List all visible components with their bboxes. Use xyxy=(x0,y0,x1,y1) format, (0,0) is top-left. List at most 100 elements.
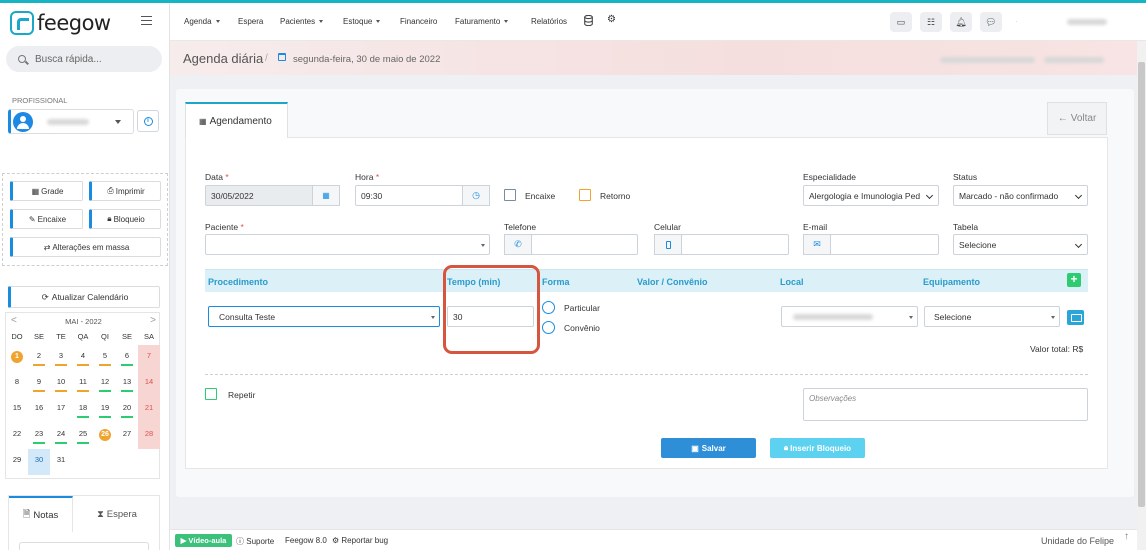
calendar-day[interactable]: 30 xyxy=(28,449,50,475)
quick-search[interactable]: Busca rápida... xyxy=(6,46,162,72)
specialty-select[interactable]: Alergologia e Imunologia Ped xyxy=(803,185,939,206)
procedure-select[interactable]: Consulta Teste xyxy=(208,306,440,327)
calendar-day[interactable]: 24 xyxy=(50,423,72,449)
scroll-top-arrow-icon[interactable]: ↑ xyxy=(1124,531,1137,546)
calendar-day[interactable]: 12 xyxy=(94,371,116,397)
user-name-blurred[interactable] xyxy=(1067,19,1107,25)
retorno-checkbox[interactable] xyxy=(579,189,591,201)
brand-logo[interactable]: feegow xyxy=(10,11,111,35)
calendar-day[interactable]: 2 xyxy=(28,345,50,371)
calendar-day[interactable]: 28 xyxy=(138,423,160,449)
time-input[interactable]: 09:30 xyxy=(355,185,463,206)
settings-gear-icon[interactable]: ⚙ xyxy=(607,14,616,25)
encaixe-checkbox[interactable] xyxy=(504,189,516,201)
inbox-button[interactable]: ▭ xyxy=(890,12,912,32)
table-select[interactable]: Selecione xyxy=(953,234,1088,255)
back-button[interactable]: ← Voltar xyxy=(1047,102,1107,135)
calendar-day[interactable]: 22 xyxy=(6,423,28,449)
calendar-day[interactable]: 26 xyxy=(94,423,116,449)
time-picker-button[interactable]: ◷ xyxy=(462,185,490,206)
tab-waiting[interactable]: ⧗ Espera xyxy=(73,496,161,532)
calendar-day[interactable]: 4 xyxy=(72,345,94,371)
block-button[interactable]: 🔒︎ Bloqueio xyxy=(89,209,161,229)
calendar-day[interactable]: 8 xyxy=(6,371,28,397)
refresh-calendar-button[interactable]: ⟳ Atualizar Calendário xyxy=(8,286,160,308)
tab-notes[interactable]: 🗎 Notas xyxy=(9,496,73,532)
calendar-day[interactable]: 6 xyxy=(116,345,138,371)
calendar-day[interactable]: 17 xyxy=(50,397,72,423)
grade-button[interactable]: ▦ Grade xyxy=(10,181,83,201)
calendar-day[interactable]: 1 xyxy=(6,345,28,371)
professional-select[interactable] xyxy=(8,109,134,134)
calendar-icon: ▦ xyxy=(322,191,330,200)
notes-input[interactable] xyxy=(19,542,149,550)
professional-info-button[interactable]: i xyxy=(137,110,159,132)
calendar-day[interactable]: 13 xyxy=(116,371,138,397)
tasks-button[interactable]: ☷ xyxy=(920,12,942,32)
nav-relatorios[interactable]: Relatórios xyxy=(531,17,567,26)
nav-espera[interactable]: Espera xyxy=(238,17,263,26)
calendar-day[interactable]: 27 xyxy=(116,423,138,449)
payment-particular-radio[interactable] xyxy=(542,301,555,314)
calendar-day[interactable]: 19 xyxy=(94,397,116,423)
insert-block-button[interactable]: 🔒︎ Inserir Bloqueio xyxy=(770,438,865,458)
nav-pacientes[interactable]: Pacientes xyxy=(280,17,324,26)
chat-button[interactable]: 💬︎ xyxy=(980,12,1002,32)
repeat-checkbox[interactable] xyxy=(205,388,217,400)
encaixe-button[interactable]: ✎ Encaixe xyxy=(10,209,83,229)
status-select[interactable]: Marcado - não confirmado xyxy=(953,185,1088,206)
procedures-header: Procedimento Tempo (min) Forma Valor / C… xyxy=(205,269,1088,292)
notes-textarea[interactable]: Observações xyxy=(803,388,1088,421)
nav-financeiro[interactable]: Financeiro xyxy=(400,17,437,26)
calendar-day[interactable]: 5 xyxy=(94,345,116,371)
nav-agenda[interactable]: Agenda xyxy=(184,17,220,26)
bulk-changes-button[interactable]: ⇄ Alterações em massa xyxy=(10,237,161,257)
calendar-day[interactable]: 23 xyxy=(28,423,50,449)
equipment-select[interactable]: Selecione xyxy=(924,306,1060,327)
scrollbar-thumb[interactable] xyxy=(1138,62,1145,507)
calendar-day[interactable]: 11 xyxy=(72,371,94,397)
notifications-button[interactable]: 🔔︎ xyxy=(950,12,972,32)
calendar-day[interactable]: 20 xyxy=(116,397,138,423)
print-button[interactable]: ⎙ Imprimir xyxy=(89,181,161,201)
cellphone-input[interactable] xyxy=(681,234,789,255)
calendar-day[interactable]: 16 xyxy=(28,397,50,423)
location-select[interactable] xyxy=(781,306,918,327)
support-link[interactable]: ⓘ Suporte xyxy=(236,536,274,547)
calendar-day[interactable]: 3 xyxy=(50,345,72,371)
calendar-weekday: DO xyxy=(11,332,23,341)
calendar-day[interactable]: 9 xyxy=(28,371,50,397)
date-picker-button[interactable]: ▦ xyxy=(312,185,340,206)
menu-toggle-icon[interactable] xyxy=(141,16,152,25)
calendar-day[interactable]: 29 xyxy=(6,449,28,475)
report-bug-link[interactable]: ⚙ Reportar bug xyxy=(332,536,388,545)
payment-convenio-radio[interactable] xyxy=(542,321,555,334)
patient-select[interactable] xyxy=(205,234,490,255)
save-button[interactable]: ▣ Salvar xyxy=(661,438,756,458)
print-procedure-button[interactable] xyxy=(1067,310,1084,325)
calendar-day[interactable]: 25 xyxy=(72,423,94,449)
add-procedure-button[interactable]: + xyxy=(1067,273,1081,287)
phone-input[interactable] xyxy=(531,234,638,255)
calendar-day[interactable]: 31 xyxy=(50,449,72,475)
patient-label: Paciente * xyxy=(205,222,244,232)
email-input[interactable] xyxy=(830,234,939,255)
version-label: Feegow 8.0 xyxy=(285,536,327,545)
calendar-day[interactable]: 10 xyxy=(50,371,72,397)
database-icon[interactable] xyxy=(584,15,593,26)
calendar-day[interactable]: 15 xyxy=(6,397,28,423)
date-input[interactable]: 30/05/2022 xyxy=(205,185,313,206)
calendar-next-icon[interactable]: > xyxy=(150,315,156,326)
tab-appointment[interactable]: ▦ Agendamento xyxy=(185,102,288,138)
calendar-day[interactable]: 21 xyxy=(138,397,160,423)
tab-notes-label: Notas xyxy=(33,509,59,521)
calendar-day[interactable]: 18 xyxy=(72,397,94,423)
video-tutorial-button[interactable]: ▶ Vídeo-aula xyxy=(175,534,232,547)
encaixe-label: Encaixe xyxy=(37,214,67,224)
calendar-day[interactable]: 14 xyxy=(138,371,160,397)
calendar-day[interactable]: 7 xyxy=(138,345,160,371)
nav-estoque[interactable]: Estoque xyxy=(343,17,381,26)
calendar-icon xyxy=(278,53,286,61)
user-avatar[interactable] xyxy=(1038,12,1058,32)
nav-faturamento[interactable]: Faturamento xyxy=(455,17,509,26)
